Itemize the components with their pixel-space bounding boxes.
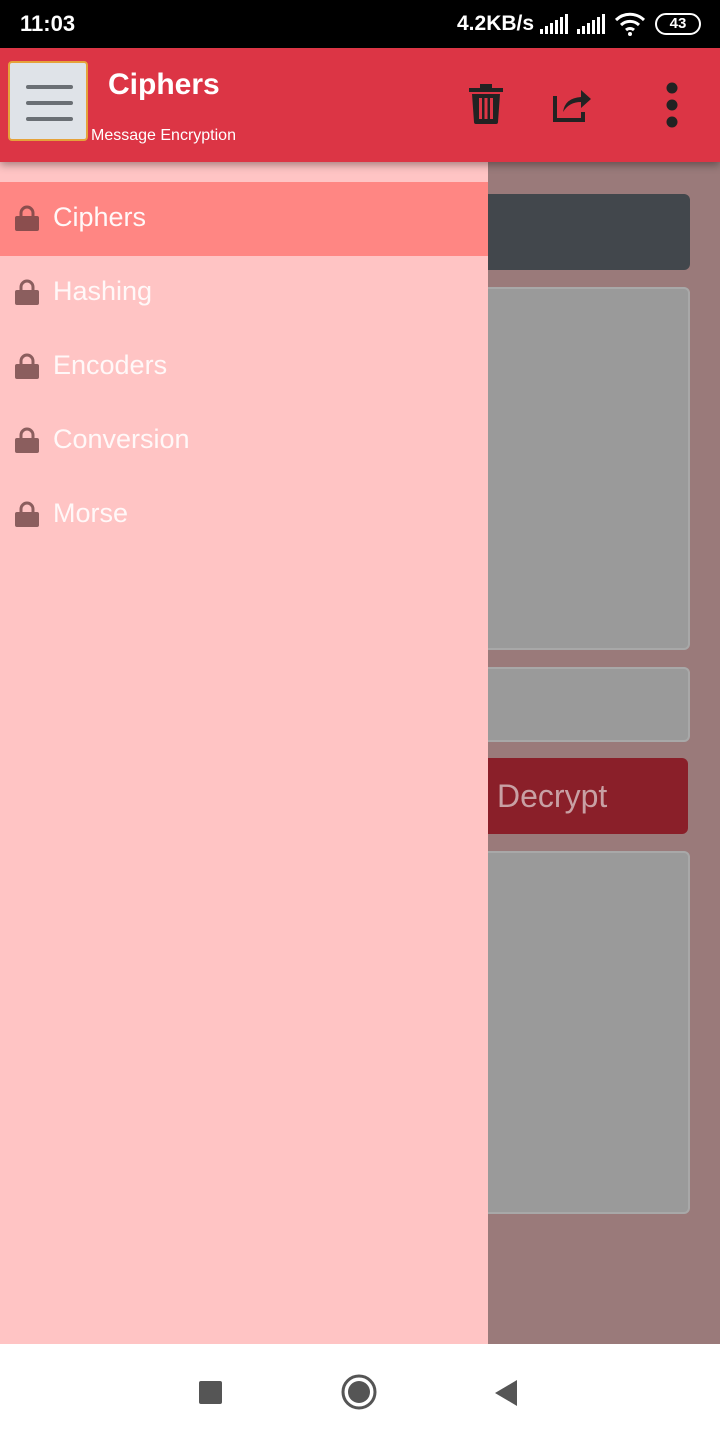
drawer-item-encoders[interactable]: Encoders	[0, 330, 488, 404]
menu-button[interactable]	[8, 61, 88, 141]
wifi-icon	[614, 12, 646, 36]
drawer-item-conversion[interactable]: Conversion	[0, 404, 488, 478]
decrypt-label: Decrypt	[497, 778, 608, 814]
drawer-item-hashing[interactable]: Hashing	[0, 256, 488, 330]
battery-icon: 43	[655, 13, 701, 35]
drawer-item-label: Ciphers	[53, 202, 147, 232]
status-bar: 11:03 4.2KB/s 43	[0, 0, 720, 48]
page-subtitle: Message Encryption	[91, 127, 236, 144]
trash-icon[interactable]	[469, 84, 503, 124]
cell-signal-icon	[540, 14, 568, 34]
app-bar: Ciphers Message Encryption	[0, 48, 720, 162]
status-time: 11:03	[20, 11, 76, 36]
lock-icon	[15, 279, 39, 305]
recent-apps-icon[interactable]	[199, 1381, 222, 1404]
back-icon[interactable]	[493, 1379, 519, 1407]
more-vertical-icon[interactable]	[660, 82, 684, 130]
drawer-item-label: Conversion	[53, 424, 190, 454]
home-icon[interactable]	[341, 1374, 377, 1410]
share-icon[interactable]	[553, 86, 593, 122]
lock-icon	[15, 353, 39, 379]
lock-icon	[15, 501, 39, 527]
lock-icon	[15, 427, 39, 453]
navigation-drawer: Ciphers Hashing Encoders Conversion Mors…	[0, 162, 488, 1344]
drawer-item-ciphers[interactable]: Ciphers	[0, 182, 488, 256]
drawer-item-label: Encoders	[53, 350, 168, 380]
system-nav-bar	[0, 1344, 720, 1440]
network-speed: 4.2KB/s	[457, 12, 535, 35]
hamburger-icon	[26, 85, 73, 89]
cell-signal-icon	[577, 14, 605, 34]
hamburger-icon-line	[26, 117, 73, 121]
drawer-item-label: Morse	[53, 498, 129, 528]
page-title: Ciphers	[108, 68, 220, 101]
lock-icon	[15, 205, 39, 231]
drawer-item-label: Hashing	[53, 276, 153, 306]
hamburger-icon-line	[26, 101, 73, 105]
drawer-item-morse[interactable]: Morse	[0, 478, 488, 552]
